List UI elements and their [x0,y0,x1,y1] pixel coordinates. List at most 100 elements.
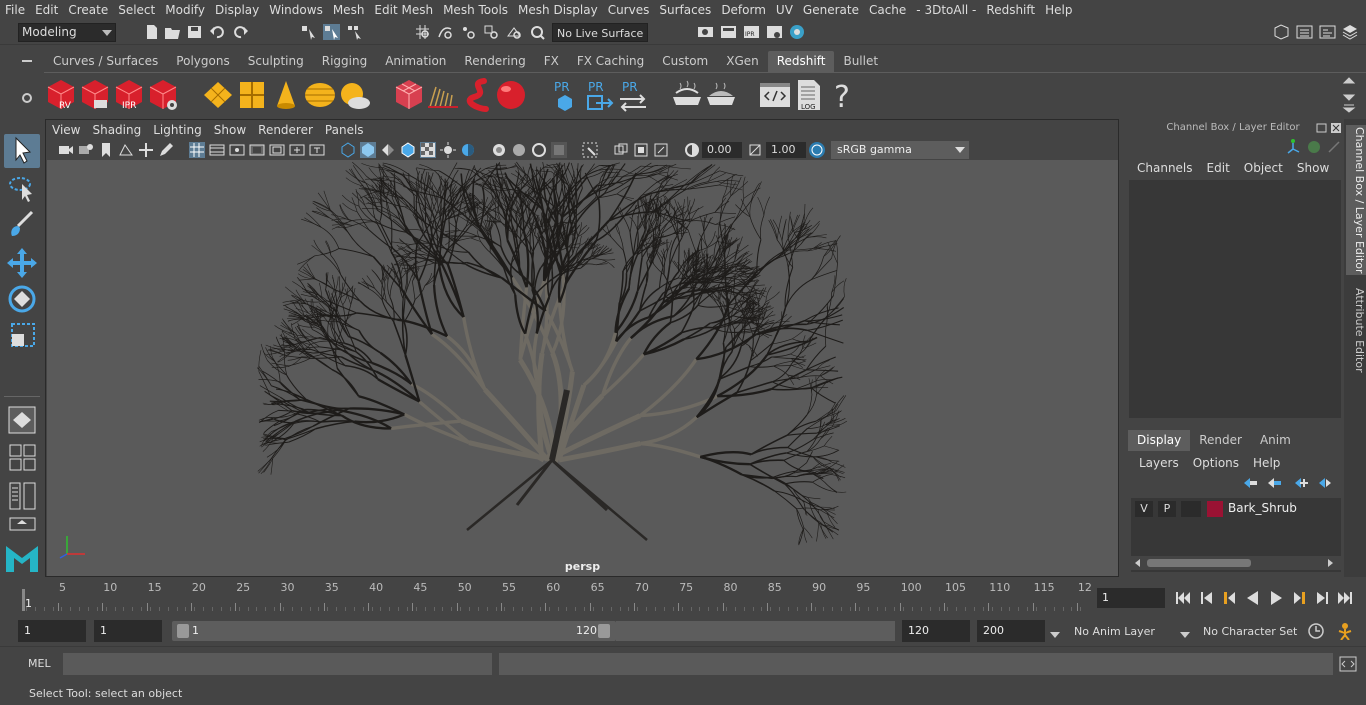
3d-viewport[interactable]: persp [47,160,1118,576]
2d-pan-zoom-icon[interactable] [138,142,154,158]
chevron-down-icon[interactable] [1180,628,1190,638]
resolution-gate-icon[interactable] [229,142,245,158]
redshift-hair-icon[interactable] [426,77,460,113]
ipr-render-icon[interactable]: IPR [743,24,760,40]
range-end-handle[interactable] [598,624,610,638]
layer-visibility-toggle[interactable]: V [1135,501,1153,517]
shelf-scroll-arrows[interactable] [1342,75,1356,113]
lasso-tool-icon[interactable] [4,172,40,206]
step-back-key-icon[interactable] [1220,588,1240,608]
move-layer-up-icon[interactable] [1242,476,1258,490]
shelf-tab-fx[interactable]: FX [535,51,568,72]
tab-attribute-editor[interactable]: Attribute Editor [1346,285,1366,375]
use-default-material-icon[interactable] [380,142,396,158]
menu-generate[interactable]: Generate [798,0,864,20]
menu-mesh-display[interactable]: Mesh Display [513,0,603,20]
play-forwards-icon[interactable] [1266,588,1286,608]
tab-anim[interactable]: Anim [1251,430,1300,451]
cooking-pot-icon[interactable] [670,77,704,113]
range-slider-track[interactable] [616,621,895,641]
rotate-tool-icon[interactable] [4,282,40,316]
redshift-volume-icon[interactable] [460,77,494,113]
menu-3dtoall[interactable]: - 3DtoAll - [911,0,981,20]
depth-of-field-icon[interactable] [551,142,567,158]
menu-windows[interactable]: Windows [264,0,328,20]
step-back-frame-icon[interactable] [1197,588,1217,608]
layer-menu-help[interactable]: Help [1246,456,1287,470]
bookmark-icon[interactable] [98,142,114,158]
menu-deform[interactable]: Deform [716,0,771,20]
layer-playback-toggle[interactable]: P [1158,501,1176,517]
snap-to-grids-icon[interactable] [414,24,431,40]
exposure-icon[interactable] [684,142,700,158]
attribute-editor-toggle-icon[interactable] [1296,24,1313,40]
tab-display[interactable]: Display [1128,430,1191,451]
layer-display-type-toggle[interactable] [1181,501,1201,517]
chevron-down-icon[interactable] [1050,628,1060,638]
hyperbolic-toggle-icon[interactable] [1326,139,1342,155]
go-to-end-icon[interactable] [1335,588,1355,608]
redshift-ipr-icon[interactable]: IPR [112,77,146,113]
channel-box-toggle-icon[interactable] [1342,24,1359,40]
channel-box-area[interactable] [1129,180,1341,418]
redshift-dome-light-icon[interactable] [303,77,337,113]
menu-redshift[interactable]: Redshift [981,0,1040,20]
ambient-occlusion-icon[interactable] [491,142,507,158]
shelf-settings-gear-icon[interactable] [21,92,33,104]
field-chart-icon[interactable] [269,142,285,158]
menu-uv[interactable]: UV [771,0,798,20]
channel-menu-show[interactable]: Show [1290,161,1336,175]
undo-icon[interactable] [209,24,226,40]
isolate-select-icon[interactable] [582,142,598,158]
range-start-handle[interactable] [177,624,189,638]
redshift-physical-light-icon[interactable] [269,77,303,113]
tool-settings-toggle-icon[interactable] [1319,24,1336,40]
wireframe-shading-icon[interactable] [340,142,356,158]
gamma-icon[interactable] [747,142,763,158]
outliner-layout-icon[interactable] [4,480,40,514]
tab-channel-box[interactable]: Channel Box / Layer Editor [1346,125,1366,275]
redshift-render-view-icon[interactable]: RV [44,77,78,113]
command-language-label[interactable]: MEL [28,657,51,670]
menu-select[interactable]: Select [113,0,160,20]
pr-swap-icon[interactable]: PR [616,77,650,113]
viewport-menu-shading[interactable]: Shading [86,123,147,137]
close-panel-icon[interactable] [1330,122,1342,133]
new-scene-icon[interactable] [143,24,160,40]
shadows-icon[interactable] [460,142,476,158]
xray-icon[interactable] [420,142,436,158]
shelf-tab-xgen[interactable]: XGen [717,51,768,72]
current-frame-field[interactable]: 1 [1097,588,1165,608]
select-tool-icon[interactable] [4,134,40,168]
select-by-hierarchy-icon[interactable] [300,24,317,40]
menu-cache[interactable]: Cache [864,0,911,20]
layer-name[interactable]: Bark_Shrub [1228,501,1297,515]
shelf-tab-custom[interactable]: Custom [653,51,717,72]
four-view-layout-icon[interactable] [4,442,40,476]
play-backwards-icon[interactable] [1243,588,1263,608]
film-gate-icon[interactable] [209,142,225,158]
live-surface-field[interactable]: No Live Surface [552,23,648,42]
auto-key-icon[interactable] [1307,622,1325,640]
layer-row[interactable]: V P Bark_Shrub [1133,500,1337,518]
shelf-tab-curves-surfaces[interactable]: Curves / Surfaces [44,51,167,72]
range-slider[interactable]: 1 120 [172,621,616,641]
shelf-tab-bullet[interactable]: Bullet [834,51,887,72]
menu-edit-mesh[interactable]: Edit Mesh [369,0,438,20]
open-scene-icon[interactable] [164,24,181,40]
redshift-portal-light-icon[interactable] [235,77,269,113]
viewport-menu-view[interactable]: View [46,123,86,137]
log-file-icon[interactable]: LOG [792,77,826,113]
safe-title-icon[interactable] [309,142,325,158]
move-tool-icon[interactable] [4,246,40,280]
script-editor-button-icon[interactable] [1339,656,1357,672]
snap-to-points-icon[interactable] [460,24,477,40]
layer-menu-options[interactable]: Options [1186,456,1246,470]
step-forward-key-icon[interactable] [1289,588,1309,608]
channel-menu-object[interactable]: Object [1237,161,1290,175]
redo-icon[interactable] [232,24,249,40]
make-live-icon[interactable] [529,24,546,40]
menu-display[interactable]: Display [210,0,264,20]
modeling-toolkit-icon[interactable] [1273,24,1290,40]
viewport-menu-panels[interactable]: Panels [319,123,370,137]
